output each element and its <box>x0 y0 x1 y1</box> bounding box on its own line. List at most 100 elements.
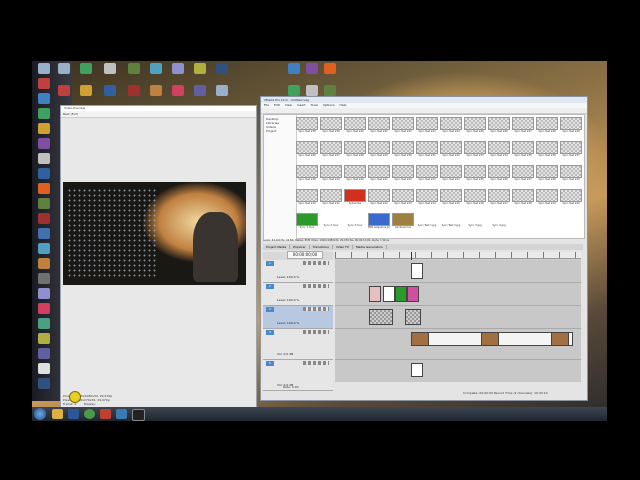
desktop-shortcut-icon[interactable] <box>32 213 56 224</box>
media-item[interactable]: Sync Test 222 <box>392 165 414 185</box>
media-item[interactable]: Sync Test 241 <box>368 117 390 137</box>
timeline-clip[interactable] <box>369 309 393 325</box>
desktop-shortcut-icon[interactable] <box>318 63 342 74</box>
desktop-shortcut-icon[interactable] <box>318 85 342 96</box>
desktop-shortcut-icon[interactable] <box>188 85 212 96</box>
media-item[interactable]: Sync Test 242 <box>392 117 414 137</box>
media-item[interactable]: Sync Test 232 <box>440 141 462 161</box>
desktop-shortcut-icon[interactable] <box>32 183 56 194</box>
taskbar[interactable] <box>32 407 607 421</box>
media-item[interactable]: Sync Test 2.jpg <box>440 213 462 233</box>
menu-item-tools[interactable]: Tools <box>311 103 318 107</box>
desktop-shortcut-icon[interactable] <box>32 333 56 344</box>
media-item[interactable]: Sync Test 238 <box>296 117 318 137</box>
vegas-main-window[interactable]: VEGAS Pro 14.0 - Untitled.veg File Edit Vi… <box>260 96 588 401</box>
media-item[interactable]: Sync Test 244 <box>440 117 462 137</box>
track-header[interactable]: 2 Level: 100.0 % <box>263 283 333 306</box>
desktop-shortcut-icon[interactable] <box>144 85 168 96</box>
desktop-shortcut-icon[interactable] <box>122 85 146 96</box>
media-explorer[interactable]: Desktop Libraries Videos Project Sync Test … <box>263 114 585 240</box>
media-item[interactable]: Sync Test 219 <box>536 189 558 209</box>
media-item[interactable]: Sync 2.mov <box>320 213 342 233</box>
track-controls[interactable] <box>303 307 329 311</box>
media-item[interactable]: Sync Test 228 <box>536 165 558 185</box>
timeline-clip[interactable] <box>411 263 423 279</box>
media-item[interactable]: Sync Test 221 <box>368 165 390 185</box>
media-item[interactable]: Sync Test 220 <box>560 189 582 209</box>
media-item[interactable]: Sync Test 1.jpg <box>416 213 438 233</box>
media-item[interactable]: Sync Test 212 <box>368 189 390 209</box>
media-item[interactable]: Sync Test 231 <box>416 141 438 161</box>
media-item[interactable]: Sync Test 227 <box>512 165 534 185</box>
media-item[interactable]: Sync Test 216 <box>464 189 486 209</box>
media-item[interactable]: Sync Test 237 <box>560 141 582 161</box>
media-item[interactable]: Sync Test 228 <box>344 141 366 161</box>
desktop-shortcut-icon[interactable] <box>32 303 56 314</box>
preview-toolbar[interactable]: Best (Full) <box>61 111 256 118</box>
track-controls[interactable] <box>303 330 329 334</box>
desktop-shortcut-icon[interactable] <box>32 228 56 239</box>
media-item[interactable]: Sync Test 243 <box>416 117 438 137</box>
timeline-clip[interactable] <box>395 286 407 302</box>
desktop-shortcut-icon[interactable] <box>52 85 76 96</box>
media-item[interactable]: Sync Test 215 <box>440 189 462 209</box>
timeline-clip[interactable] <box>369 286 381 302</box>
media-item[interactable]: Sync Test 220 <box>344 165 366 185</box>
desktop-shortcut-icon[interactable] <box>210 63 234 74</box>
menu-item-insert[interactable]: Insert <box>297 103 306 107</box>
desktop-shortcut-icon[interactable] <box>98 85 122 96</box>
desktop-shortcut-icon[interactable] <box>32 153 56 164</box>
timeline-clip[interactable] <box>551 332 569 346</box>
video-preview-window[interactable]: Video Preview Best (Full) Project: 1920x… <box>60 105 257 415</box>
desktop-shortcut-icon[interactable] <box>32 318 56 329</box>
media-item[interactable]: Sync Test 235 <box>512 141 534 161</box>
track-header[interactable]: 1 Level: 100.0 % <box>263 260 333 283</box>
tree-item[interactable]: Project <box>266 129 294 133</box>
media-item[interactable]: Sync 1.mov <box>296 213 318 233</box>
desktop-shortcut-icon[interactable] <box>32 288 56 299</box>
menu-item-help[interactable]: Help <box>340 103 347 107</box>
media-item[interactable]: Sync Test 245 <box>464 117 486 137</box>
media-item[interactable]: Sync Test 211 <box>320 189 342 209</box>
media-item[interactable]: Sync Test 229 <box>560 165 582 185</box>
timeline-ruler[interactable] <box>335 252 581 259</box>
taskbar-app-icon[interactable] <box>100 409 111 419</box>
timeline-clip[interactable] <box>411 363 423 377</box>
track-header[interactable]: 3 Level: 100.0 % <box>263 306 333 329</box>
media-item[interactable]: Sync Test 217 <box>488 189 510 209</box>
media-item[interactable]: Sync Test 229 <box>368 141 390 161</box>
desktop-shortcut-icon[interactable] <box>32 378 56 389</box>
media-item[interactable]: Sync Test 233 <box>464 141 486 161</box>
track-lane[interactable] <box>335 360 581 382</box>
media-item[interactable]: Subscribe <box>344 189 366 209</box>
track-controls[interactable] <box>303 361 329 365</box>
media-item[interactable]: Sync Test 227 <box>320 141 342 161</box>
desktop-shortcut-icon[interactable] <box>52 63 76 74</box>
media-item[interactable]: Sync Test 210 <box>296 189 318 209</box>
desktop-shortcut-icon[interactable] <box>32 138 56 149</box>
taskbar-app-icon[interactable] <box>116 409 127 419</box>
desktop-shortcut-icon[interactable] <box>32 273 56 284</box>
dock-tab[interactable]: Transitions <box>309 245 333 249</box>
timeline-clip[interactable] <box>411 332 429 346</box>
menu-item-view[interactable]: View <box>285 103 292 107</box>
media-item[interactable]: Sync 3.jpg <box>464 213 486 233</box>
desktop-shortcut-icon[interactable] <box>32 168 56 179</box>
media-item[interactable]: Sync Test 223 <box>416 165 438 185</box>
desktop-shortcut-icon[interactable] <box>32 108 56 119</box>
menu-item-edit[interactable]: Edit <box>274 103 280 107</box>
media-item[interactable]: Sync Test 249 <box>560 117 582 137</box>
desktop-shortcut-icon[interactable] <box>166 85 190 96</box>
desktop-shortcut-icon[interactable] <box>122 63 146 74</box>
timeline-clip[interactable] <box>405 309 421 325</box>
dock-tab[interactable]: Video FX <box>332 245 353 249</box>
media-item[interactable]: Sync Test 218 <box>296 165 318 185</box>
taskbar-explorer-icon[interactable] <box>52 409 63 419</box>
media-item[interactable]: Sync Test 213 <box>392 189 414 209</box>
media-item[interactable]: Sync Test 239 <box>320 117 342 137</box>
media-item[interactable]: rainbow.mov <box>392 213 414 233</box>
timeline[interactable] <box>335 252 581 382</box>
desktop-shortcut-icon[interactable] <box>144 63 168 74</box>
track-header[interactable]: 4 Vol: 0.0 dB <box>263 329 333 360</box>
media-item[interactable]: Sync Test 218 <box>512 189 534 209</box>
